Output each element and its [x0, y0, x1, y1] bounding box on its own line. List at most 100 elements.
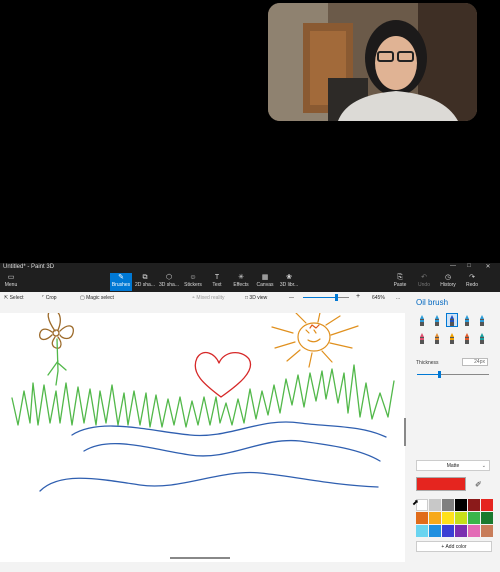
magic-select-icon: ▢ — [80, 295, 85, 301]
thickness-input[interactable]: 24px — [462, 358, 488, 366]
redo-icon: ↷ — [469, 274, 475, 281]
minimize-button[interactable]: — — [447, 263, 459, 269]
maximize-button[interactable]: □ — [463, 263, 475, 269]
stickers-icon: ☺ — [189, 274, 197, 281]
3d-view-button[interactable]: □ 3D view — [245, 295, 267, 301]
color-swatch[interactable] — [442, 499, 454, 511]
color-swatch[interactable] — [455, 525, 467, 537]
color-swatch[interactable] — [442, 525, 454, 537]
tool-text-button[interactable]: T Text — [206, 273, 228, 291]
webcam-overlay — [268, 3, 477, 121]
canvas-toolbar: ⇱ Select ⌜ Crop ▢ Magic select ◓ Mixed r… — [0, 292, 410, 304]
magic-select-button[interactable]: ▢ Magic select — [80, 295, 114, 301]
color-swatch[interactable] — [468, 525, 480, 537]
canvas-drawing — [11, 307, 395, 492]
finish-dropdown[interactable]: Matte ⌄ — [416, 460, 490, 471]
horizontal-scrollbar[interactable] — [170, 557, 230, 559]
mixed-reality-button[interactable]: ◓ Mixed reality — [192, 295, 225, 301]
color-swatch[interactable] — [468, 512, 480, 524]
3d-library-icon: ❀ — [286, 274, 292, 281]
history-icon: ◷ — [444, 274, 452, 281]
color-swatch[interactable] — [429, 512, 441, 524]
paste-button[interactable]: ⎘ Paste — [389, 273, 411, 291]
mouse-cursor-icon: ⬈ — [412, 498, 419, 507]
oil-brush-icon[interactable] — [446, 313, 458, 327]
calligraphy-pen-brush-icon[interactable] — [432, 314, 442, 326]
menu-button[interactable]: ▭ Menu — [0, 273, 22, 291]
color-swatch[interactable] — [442, 512, 454, 524]
undo-button[interactable]: ↶ Undo — [413, 273, 435, 291]
wave-drawing-3 — [39, 471, 379, 492]
3d-view-icon: □ — [245, 295, 249, 301]
zoom-out-button[interactable]: — — [289, 295, 294, 301]
zoom-slider-fill — [303, 297, 337, 298]
panel-title: Oil brush — [416, 298, 449, 307]
tool-3d-library-button[interactable]: ❀ 3D libr... — [278, 273, 300, 291]
color-swatch[interactable] — [455, 512, 467, 524]
tool-3d-shapes-button[interactable]: ⬡ 3D sha... — [158, 273, 180, 291]
history-button[interactable]: ◷ History — [437, 273, 459, 291]
undo-icon: ↶ — [421, 274, 427, 281]
thickness-slider[interactable] — [417, 371, 489, 378]
pencil-brush-icon[interactable] — [417, 332, 427, 344]
zoom-slider[interactable] — [303, 294, 349, 301]
tool-stickers-button[interactable]: ☺ Stickers — [182, 273, 204, 291]
title-bar: Untitled* - Paint 3D — □ ✕ — [0, 263, 500, 272]
brush-row-2 — [417, 332, 497, 344]
close-button[interactable]: ✕ — [482, 263, 494, 270]
drawing-canvas[interactable] — [0, 307, 405, 562]
color-swatch[interactable] — [481, 499, 493, 511]
color-swatch[interactable] — [429, 499, 441, 511]
canvas-icon: ▦ — [261, 274, 269, 281]
paint3d-window: Untitled* - Paint 3D — □ ✕ ▭ Menu ✎ Brush… — [0, 263, 500, 572]
2d-shapes-icon: ⧉ — [142, 274, 148, 281]
brush-panel: Oil brush Thickness 24px Matte ⌄ ✐ + Add… — [411, 292, 500, 572]
thickness-slider-fill — [417, 374, 439, 375]
select-button[interactable]: ⇱ Select — [4, 295, 24, 301]
add-color-button[interactable]: + Add color — [416, 541, 492, 552]
flower-stem — [47, 338, 67, 386]
chevron-down-icon: ⌄ — [481, 463, 486, 469]
color-palette — [416, 499, 493, 537]
zoom-value: 645% — [372, 295, 385, 301]
vertical-scrollbar[interactable] — [404, 418, 406, 446]
eraser-brush-icon[interactable] — [432, 332, 442, 344]
color-swatch[interactable] — [481, 525, 493, 537]
thickness-slider-thumb[interactable] — [437, 371, 441, 378]
redo-button[interactable]: ↷ Redo — [461, 273, 483, 291]
pixel-pen-brush-icon[interactable] — [477, 314, 487, 326]
menu-icon: ▭ — [7, 274, 15, 281]
crop-icon: ⌜ — [42, 295, 45, 301]
watercolor-brush-icon[interactable] — [462, 314, 472, 326]
marker-brush-icon[interactable] — [417, 314, 427, 326]
webcam-image — [268, 3, 477, 121]
more-options-button[interactable]: ... — [396, 295, 400, 301]
tool-effects-button[interactable]: ✳ Effects — [230, 273, 252, 291]
paste-icon: ⎘ — [397, 274, 403, 281]
color-swatch[interactable] — [468, 499, 480, 511]
color-swatch[interactable] — [416, 512, 428, 524]
wave-drawing-2 — [83, 439, 381, 462]
tool-2d-shapes-button[interactable]: ⧉ 2D sha... — [134, 273, 156, 291]
heart-drawing — [194, 351, 252, 398]
select-icon: ⇱ — [4, 295, 9, 301]
zoom-in-button[interactable]: + — [356, 293, 360, 300]
fill-brush-icon[interactable] — [477, 332, 487, 344]
color-swatch[interactable] — [429, 525, 441, 537]
crayon-brush-icon[interactable] — [447, 332, 457, 344]
window-title: Untitled* - Paint 3D — [3, 264, 55, 270]
color-swatch[interactable] — [416, 525, 428, 537]
ribbon: ▭ Menu ✎ Brushes ⧉ 2D sha... ⬡ 3D sha... ☺ Stic… — [0, 272, 500, 292]
crop-button[interactable]: ⌜ Crop — [42, 295, 57, 301]
brush-row-1 — [417, 313, 497, 327]
zoom-slider-thumb[interactable] — [335, 294, 339, 301]
tool-brush-button[interactable]: ✎ Brushes — [110, 273, 132, 291]
color-swatch[interactable] — [455, 499, 467, 511]
spray-can-brush-icon[interactable] — [462, 332, 472, 344]
color-swatch[interactable] — [481, 512, 493, 524]
tool-canvas-button[interactable]: ▦ Canvas — [254, 273, 276, 291]
grass-drawing — [11, 364, 395, 428]
eyedropper-icon[interactable]: ✐ — [475, 480, 482, 489]
thickness-label: Thickness — [416, 360, 439, 366]
current-color-swatch[interactable] — [416, 477, 466, 491]
